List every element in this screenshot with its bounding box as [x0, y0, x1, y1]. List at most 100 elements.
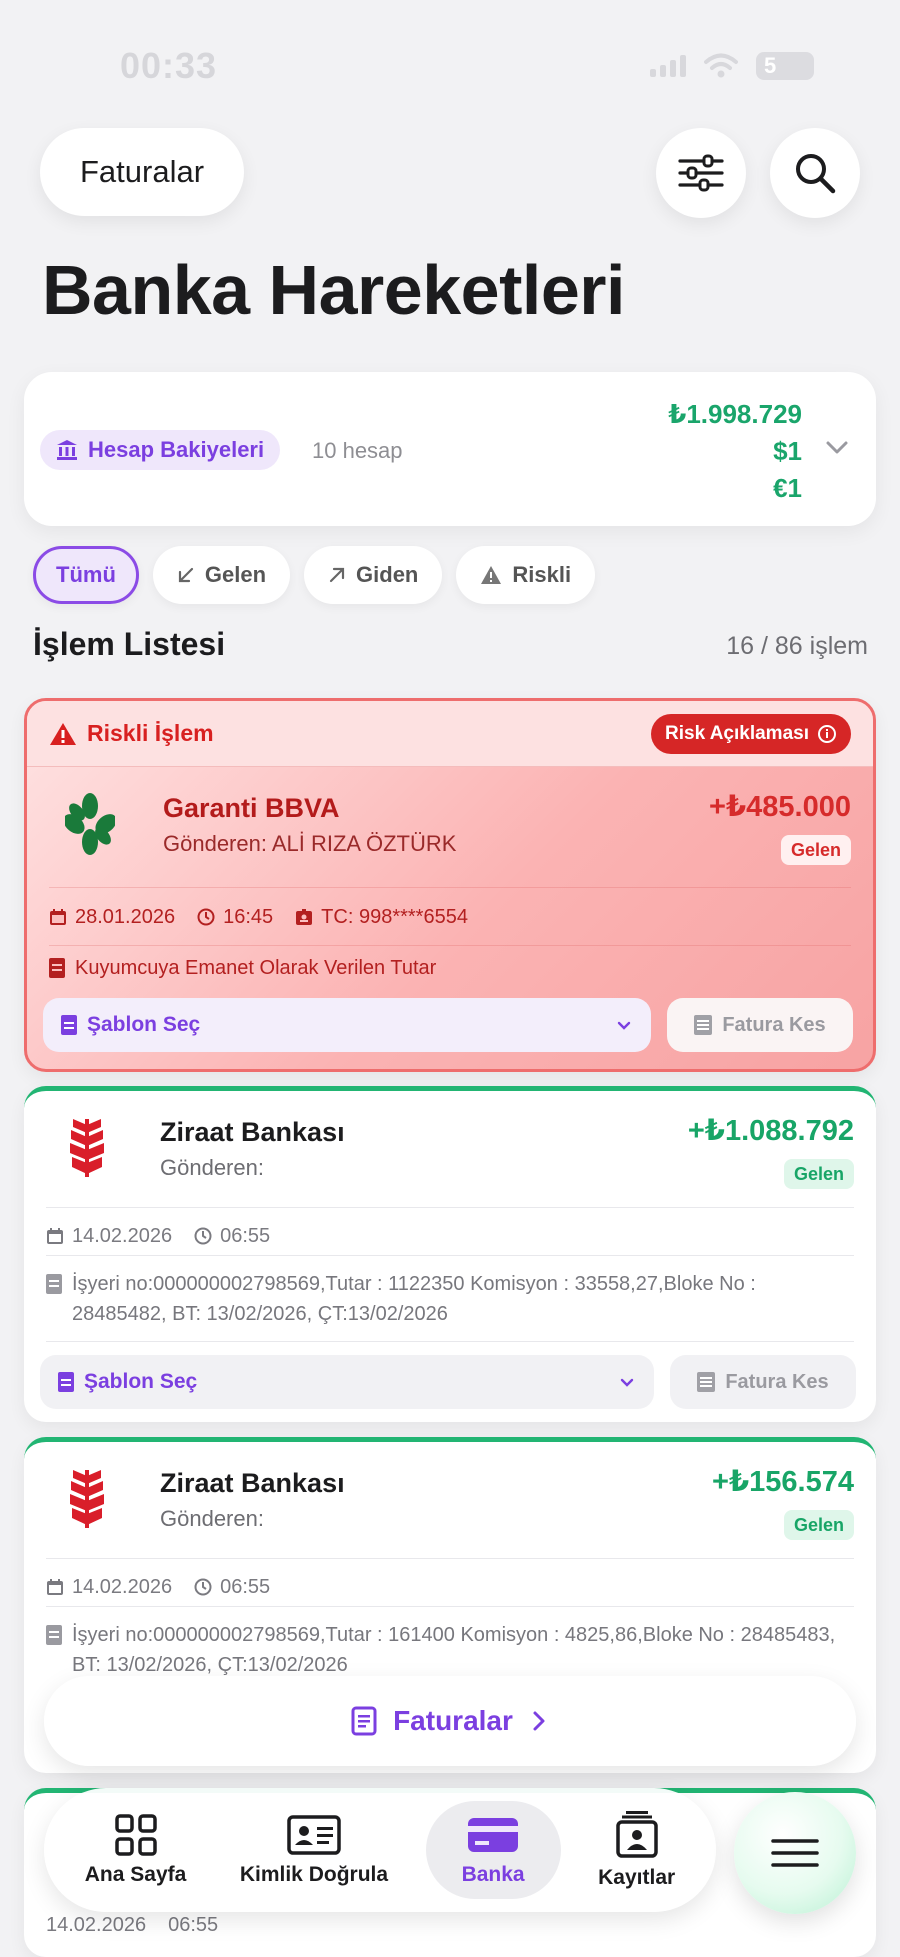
bank-name: Garanti BBVA — [163, 793, 340, 823]
amount: +₺1.088.792 — [687, 1115, 854, 1147]
sliders-icon — [678, 154, 724, 192]
filter-outgoing[interactable]: Giden — [304, 546, 443, 604]
arrow-up-right-icon — [329, 567, 345, 583]
risk-title: Riskli İşlem — [87, 720, 214, 746]
floating-invoices-button[interactable]: Faturalar — [44, 1676, 856, 1766]
list-title: İşlem Listesi — [33, 626, 226, 662]
status-bar: 00:33 5 — [0, 0, 900, 120]
sender: Gönderen: — [160, 1155, 264, 1180]
tab-home[interactable]: Ana Sayfa — [69, 1803, 203, 1897]
template-label: Şablon Seç — [87, 1013, 201, 1036]
account-count: 10 hesap — [312, 438, 403, 463]
transaction-card[interactable]: Ziraat Bankası Gönderen: +₺1.088.792 Gel… — [24, 1086, 876, 1422]
time-item: 06:55 — [194, 1576, 270, 1599]
tab-records[interactable]: Kayıtlar — [582, 1800, 691, 1900]
sender: Gönderen: ALİ RIZA ÖZTÜRK — [163, 831, 457, 856]
grid-icon — [114, 1814, 157, 1856]
tab-bank-label: Banka — [461, 1863, 525, 1886]
date: 28.01.2026 — [75, 905, 176, 928]
tc-item: TC: 998****6554 — [295, 906, 468, 929]
bank-icon — [57, 440, 77, 460]
chevron-down-icon — [617, 1021, 631, 1030]
account-balances-badge[interactable]: Hesap Bakiyeleri — [40, 430, 281, 470]
bank-name: Ziraat Bankası — [160, 1468, 345, 1498]
description: İşyeri no:000000002798569,Tutar : 161400… — [46, 1620, 854, 1680]
filter-risky[interactable]: Riskli — [456, 546, 596, 604]
ziraat-logo-icon — [52, 1464, 122, 1534]
filter-incoming[interactable]: Gelen — [152, 546, 291, 604]
tab-bank[interactable]: Banka — [425, 1801, 561, 1899]
tc-number: TC: 998****6554 — [321, 905, 468, 928]
filter-incoming-label: Gelen — [204, 562, 267, 587]
invoice-button[interactable]: Fatura Kes — [667, 998, 853, 1052]
template-select[interactable]: Şablon Seç — [40, 1355, 654, 1409]
warning-icon — [50, 722, 76, 745]
filter-all-label: Tümü — [56, 562, 116, 587]
garanti-logo-icon — [55, 789, 125, 859]
date: 14.02.2026 — [72, 1224, 173, 1247]
faturalar-button[interactable]: Faturalar — [40, 128, 244, 216]
calendar-icon — [50, 909, 66, 925]
id-card-icon — [287, 1815, 341, 1855]
description-text: İşyeri no:000000002798569,Tutar : 161400… — [72, 1624, 836, 1676]
bank-row: Ziraat Bankası Gönderen: +₺156.574 Gelen — [52, 1464, 854, 1544]
warning-icon — [481, 566, 502, 584]
invoice-button[interactable]: Fatura Kes — [670, 1355, 856, 1409]
filter-outgoing-label: Giden — [356, 562, 419, 587]
chevron-down-icon — [620, 1378, 634, 1387]
chevron-down-icon[interactable] — [824, 434, 850, 460]
document-icon — [46, 1625, 62, 1645]
receipt-icon — [351, 1706, 377, 1736]
search-button[interactable] — [770, 128, 860, 218]
menu-button[interactable] — [734, 1792, 856, 1914]
time-item: 06:55 — [194, 1225, 270, 1248]
date: 14.02.2026 — [72, 1575, 173, 1598]
document-icon — [46, 1274, 62, 1294]
bottom-tab-bar: Ana Sayfa Kimlik Doğrula Banka Kayıtlar — [44, 1788, 716, 1912]
time: 16:45 — [223, 905, 274, 928]
invoice-label: Fatura Kes — [725, 1370, 829, 1393]
invoice-label: Fatura Kes — [722, 1013, 826, 1036]
balance-card[interactable]: Hesap Bakiyeleri 10 hesap ₺1.998.729 $1 … — [24, 372, 876, 526]
divider — [46, 1341, 854, 1342]
battery-level: 5 — [764, 53, 777, 78]
ziraat-logo-icon — [52, 1113, 122, 1183]
description-text: İşyeri no:000000002798569,Tutar : 112235… — [72, 1273, 756, 1325]
meta-row: 28.01.2026 16:45 TC: 998****6554 — [49, 892, 468, 942]
account-balances-label: Hesap Bakiyeleri — [88, 437, 265, 462]
divider — [46, 1255, 854, 1256]
partial-meta-row: 14.02.2026 06:55 — [46, 1914, 218, 1937]
template-select[interactable]: Şablon Seç — [43, 998, 651, 1052]
filter-all[interactable]: Tümü — [33, 546, 139, 604]
transaction-card-risky[interactable]: Riskli İşlem Risk Açıklaması Garanti BBV… — [24, 698, 876, 1072]
amount: +₺156.574 — [712, 1466, 854, 1498]
direction-badge: Gelen — [780, 835, 851, 865]
tab-records-label: Kayıtlar — [598, 1866, 676, 1889]
calendar-icon — [47, 1228, 63, 1244]
bank-row: Ziraat Bankası Gönderen: +₺1.088.792 Gel… — [52, 1113, 854, 1193]
search-icon — [796, 154, 836, 194]
risk-explanation-button[interactable]: Risk Açıklaması — [651, 713, 851, 754]
template-label: Şablon Seç — [84, 1370, 198, 1393]
date-item: 14.02.2026 — [46, 1576, 172, 1599]
meta-row: 14.02.2026 06:55 — [46, 1562, 270, 1612]
clock-icon — [194, 1578, 212, 1596]
filter-settings-button[interactable] — [656, 128, 746, 218]
date: 14.02.2026 — [46, 1914, 147, 1936]
chevron-right-icon — [533, 1711, 545, 1731]
clock-icon — [197, 908, 215, 926]
calendar-icon — [47, 1579, 63, 1595]
bank-name: Ziraat Bankası — [160, 1117, 345, 1147]
id-badge-icon — [296, 909, 313, 925]
info-icon — [818, 724, 836, 743]
time-item: 16:45 — [197, 906, 273, 929]
document-icon — [61, 1015, 77, 1035]
risk-explanation-label: Risk Açıklaması — [665, 722, 809, 744]
action-row: Şablon Seç Fatura Kes — [43, 998, 853, 1052]
divider — [49, 887, 851, 888]
hamburger-menu-icon — [771, 1839, 819, 1867]
document-icon — [58, 1372, 74, 1392]
tab-identity[interactable]: Kimlik Doğrula — [224, 1803, 404, 1897]
floating-invoices-label: Faturalar — [393, 1705, 513, 1736]
filter-chips: Tümü Gelen Giden Riskli — [33, 546, 596, 604]
